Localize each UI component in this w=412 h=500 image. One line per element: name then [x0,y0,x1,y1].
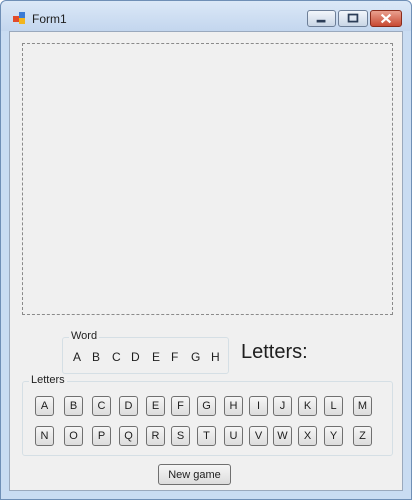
letter-button-n[interactable]: N [35,426,54,446]
letter-button-u[interactable]: U [224,426,243,446]
letter-button-d[interactable]: D [119,396,138,416]
letter-button-h[interactable]: H [224,396,243,416]
letters-groupbox: Letters A B C D E F G H I J K L M N O P … [22,374,393,456]
letter-button-x[interactable]: X [298,426,317,446]
word-letter: B [92,350,101,364]
word-groupbox: Word A B C D E F G H [62,330,230,374]
word-letter: H [211,350,220,364]
letter-button-j[interactable]: J [273,396,292,416]
word-letter: F [171,350,179,364]
letter-button-c[interactable]: C [92,396,111,416]
letter-button-q[interactable]: Q [119,426,138,446]
word-letters: A B C D E F G H [63,350,230,366]
letters-heading: Letters: [241,341,308,363]
form-client-area: Word A B C D E F G H Letters: Letters A … [9,31,403,491]
letters-group-label: Letters [29,374,67,386]
letter-button-f[interactable]: F [171,396,190,416]
close-icon [380,13,392,24]
minimize-button[interactable] [307,10,336,27]
letter-button-g[interactable]: G [197,396,216,416]
letter-button-l[interactable]: L [324,396,343,416]
letter-button-m[interactable]: M [353,396,372,416]
title-bar[interactable]: Form1 [1,1,411,31]
letter-button-v[interactable]: V [249,426,268,446]
letter-button-a[interactable]: A [35,396,54,416]
letter-button-w[interactable]: W [273,426,292,446]
new-game-button[interactable]: New game [158,464,231,485]
word-letter: A [73,350,82,364]
window-title: Form1 [32,12,67,26]
letter-button-r[interactable]: R [146,426,165,446]
app-icon [13,12,26,24]
word-letter: E [152,350,161,364]
letter-button-b[interactable]: B [64,396,83,416]
minimize-icon [316,19,326,23]
close-button[interactable] [370,10,402,27]
letter-button-y[interactable]: Y [324,426,343,446]
word-letter: G [191,350,201,364]
maximize-button[interactable] [338,10,368,27]
word-letter: D [131,350,140,364]
drawing-panel [22,43,393,315]
letter-button-z[interactable]: Z [353,426,372,446]
letter-button-k[interactable]: K [298,396,317,416]
word-group-label: Word [69,330,100,342]
letter-button-o[interactable]: O [64,426,83,446]
word-letter: C [112,350,121,364]
letter-button-t[interactable]: T [197,426,216,446]
form1-window: Form1 Word A B C D E F G H Letters: Lett… [0,0,412,500]
letter-button-e[interactable]: E [146,396,165,416]
letter-button-p[interactable]: P [92,426,111,446]
maximize-icon [347,13,359,23]
letter-button-s[interactable]: S [171,426,190,446]
letter-button-i[interactable]: I [249,396,268,416]
